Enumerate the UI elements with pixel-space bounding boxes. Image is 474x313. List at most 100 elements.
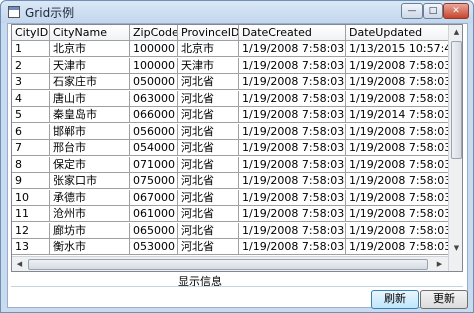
cell-zipcode[interactable]: 071000: [130, 156, 178, 173]
cell-dateupdated[interactable]: 1/19/2008 7:58:03 PM: [346, 74, 452, 90]
cell-zipcode[interactable]: 056000: [130, 123, 178, 140]
table-row[interactable]: 4唐山市063000河北省1/19/2008 7:58:03 PM1/19/20…: [12, 90, 452, 107]
cell-cityid[interactable]: 10: [12, 189, 50, 206]
cell-zipcode[interactable]: 065000: [130, 222, 178, 239]
scroll-right-icon[interactable]: ▶: [433, 258, 446, 271]
cell-datecreated[interactable]: 1/19/2008 7:58:03 PM: [239, 90, 346, 107]
cell-provinceid[interactable]: 天津市: [178, 57, 239, 74]
column-header-provinceid[interactable]: ProvinceID: [178, 25, 239, 41]
cell-provinceid[interactable]: 河北省: [178, 222, 239, 239]
vertical-scrollbar[interactable]: ▲ ▼: [448, 25, 462, 271]
horizontal-scrollbar[interactable]: ◀ ▶: [12, 256, 448, 271]
table-row[interactable]: 12廊坊市065000河北省1/19/2008 7:58:03 PM1/19/2…: [12, 222, 452, 239]
cell-cityname[interactable]: 唐山市: [50, 90, 130, 107]
table-row[interactable]: 1北京市100000北京市1/19/2008 7:58:03 PM1/13/20…: [12, 41, 452, 57]
horizontal-scroll-thumb[interactable]: [28, 259, 428, 270]
cell-cityname[interactable]: 沧州市: [50, 206, 130, 222]
cell-zipcode[interactable]: 050000: [130, 74, 178, 90]
cell-cityid[interactable]: 8: [12, 156, 50, 173]
refresh-button[interactable]: 刷新: [371, 290, 419, 309]
table-row[interactable]: 10承德市067000河北省1/19/2008 7:58:03 PM1/19/2…: [12, 189, 452, 206]
cell-cityname[interactable]: 廊坊市: [50, 222, 130, 239]
cell-cityid[interactable]: 1: [12, 41, 50, 57]
cell-datecreated[interactable]: 1/19/2008 7:58:03 PM: [239, 74, 346, 90]
cell-dateupdated[interactable]: 1/19/2008 7:58:03 PM: [346, 173, 452, 189]
table-row[interactable]: 6邯郸市056000河北省1/19/2008 7:58:03 PM1/19/20…: [12, 123, 452, 140]
cell-provinceid[interactable]: 河北省: [178, 206, 239, 222]
cell-dateupdated[interactable]: 1/19/2008 7:58:03 PM: [346, 189, 452, 206]
cell-datecreated[interactable]: 1/19/2008 7:58:03 PM: [239, 222, 346, 239]
cell-datecreated[interactable]: 1/19/2008 7:58:03 PM: [239, 123, 346, 140]
column-header-datecreated[interactable]: DateCreated: [239, 25, 346, 41]
cell-cityid[interactable]: 5: [12, 107, 50, 123]
cell-dateupdated[interactable]: 1/19/2008 7:58:03 PM: [346, 140, 452, 156]
cell-provinceid[interactable]: 河北省: [178, 156, 239, 173]
cell-cityid[interactable]: 2: [12, 57, 50, 74]
cell-cityname[interactable]: 衡水市: [50, 239, 130, 255]
cell-zipcode[interactable]: 100000: [130, 41, 178, 57]
cell-cityname[interactable]: 石家庄市: [50, 74, 130, 90]
cell-cityname[interactable]: 保定市: [50, 156, 130, 173]
cell-cityname[interactable]: 邯郸市: [50, 123, 130, 140]
cell-datecreated[interactable]: 1/19/2008 7:58:03 PM: [239, 189, 346, 206]
title-bar[interactable]: Grid示例 — □ ✕: [1, 1, 473, 23]
update-button[interactable]: 更新: [420, 290, 468, 309]
cell-provinceid[interactable]: 河北省: [178, 140, 239, 156]
cell-cityid[interactable]: 4: [12, 90, 50, 107]
data-grid[interactable]: CityID CityName ZipCode ProvinceID DateCreat…: [11, 24, 463, 272]
cell-zipcode[interactable]: 100000: [130, 57, 178, 74]
table-row[interactable]: 9张家口市075000河北省1/19/2008 7:58:03 PM1/19/2…: [12, 173, 452, 189]
table-row[interactable]: 11沧州市061000河北省1/19/2008 7:58:03 PM1/19/2…: [12, 206, 452, 222]
cell-provinceid[interactable]: 河北省: [178, 74, 239, 90]
cell-datecreated[interactable]: 1/19/2008 7:58:03 PM: [239, 156, 346, 173]
cell-provinceid[interactable]: 河北省: [178, 239, 239, 255]
cell-dateupdated[interactable]: 1/19/2008 7:58:03 PM: [346, 123, 452, 140]
scroll-up-icon[interactable]: ▲: [450, 26, 462, 39]
column-header-dateupdated[interactable]: DateUpdated: [346, 25, 452, 41]
cell-cityname[interactable]: 北京市: [50, 41, 130, 57]
cell-cityid[interactable]: 11: [12, 206, 50, 222]
cell-cityid[interactable]: 7: [12, 140, 50, 156]
cell-cityname[interactable]: 秦皇岛市: [50, 107, 130, 123]
cell-datecreated[interactable]: 1/19/2008 7:58:03 PM: [239, 57, 346, 74]
cell-cityname[interactable]: 承德市: [50, 189, 130, 206]
cell-zipcode[interactable]: 063000: [130, 90, 178, 107]
cell-cityid[interactable]: 9: [12, 173, 50, 189]
cell-cityid[interactable]: 13: [12, 239, 50, 255]
cell-zipcode[interactable]: 061000: [130, 206, 178, 222]
cell-dateupdated[interactable]: 1/19/2008 7:58:03 PM: [346, 156, 452, 173]
cell-cityname[interactable]: 天津市: [50, 57, 130, 74]
table-row[interactable]: 5秦皇岛市066000河北省1/19/2008 7:58:03 PM1/19/2…: [12, 107, 452, 123]
cell-dateupdated[interactable]: 1/19/2008 7:58:03 PM: [346, 222, 452, 239]
cell-datecreated[interactable]: 1/19/2008 7:58:03 PM: [239, 173, 346, 189]
column-header-cityname[interactable]: CityName: [50, 25, 130, 41]
cell-zipcode[interactable]: 054000: [130, 140, 178, 156]
cell-provinceid[interactable]: 河北省: [178, 173, 239, 189]
cell-datecreated[interactable]: 1/19/2008 7:58:03 PM: [239, 41, 346, 57]
table-row[interactable]: 13衡水市053000河北省1/19/2008 7:58:03 PM1/19/2…: [12, 239, 452, 255]
scroll-left-icon[interactable]: ◀: [13, 258, 26, 271]
column-header-cityid[interactable]: CityID: [12, 25, 50, 41]
cell-provinceid[interactable]: 河北省: [178, 90, 239, 107]
cell-cityid[interactable]: 6: [12, 123, 50, 140]
cell-dateupdated[interactable]: 1/19/2008 7:58:03 PM: [346, 90, 452, 107]
cell-cityid[interactable]: 12: [12, 222, 50, 239]
cell-datecreated[interactable]: 1/19/2008 7:58:03 PM: [239, 239, 346, 255]
cell-zipcode[interactable]: 053000: [130, 239, 178, 255]
cell-cityname[interactable]: 邢台市: [50, 140, 130, 156]
cell-datecreated[interactable]: 1/19/2008 7:58:03 PM: [239, 206, 346, 222]
column-header-zipcode[interactable]: ZipCode: [130, 25, 178, 41]
cell-provinceid[interactable]: 河北省: [178, 123, 239, 140]
cell-dateupdated[interactable]: 1/19/2008 7:58:03 PM: [346, 239, 452, 255]
cell-cityid[interactable]: 3: [12, 74, 50, 90]
table-row[interactable]: 3石家庄市050000河北省1/19/2008 7:58:03 PM1/19/2…: [12, 74, 452, 90]
scroll-down-icon[interactable]: ▼: [450, 242, 462, 255]
cell-dateupdated[interactable]: 1/19/2014 7:58:03 PM: [346, 107, 452, 123]
table-row[interactable]: 7邢台市054000河北省1/19/2008 7:58:03 PM1/19/20…: [12, 140, 452, 156]
cell-datecreated[interactable]: 1/19/2008 7:58:03 PM: [239, 140, 346, 156]
table-row[interactable]: 8保定市071000河北省1/19/2008 7:58:03 PM1/19/20…: [12, 156, 452, 173]
cell-zipcode[interactable]: 075000: [130, 173, 178, 189]
cell-datecreated[interactable]: 1/19/2008 7:58:03 PM: [239, 107, 346, 123]
close-button[interactable]: ✕: [443, 3, 469, 19]
cell-dateupdated[interactable]: 1/13/2015 10:57:45 AM: [346, 41, 452, 57]
